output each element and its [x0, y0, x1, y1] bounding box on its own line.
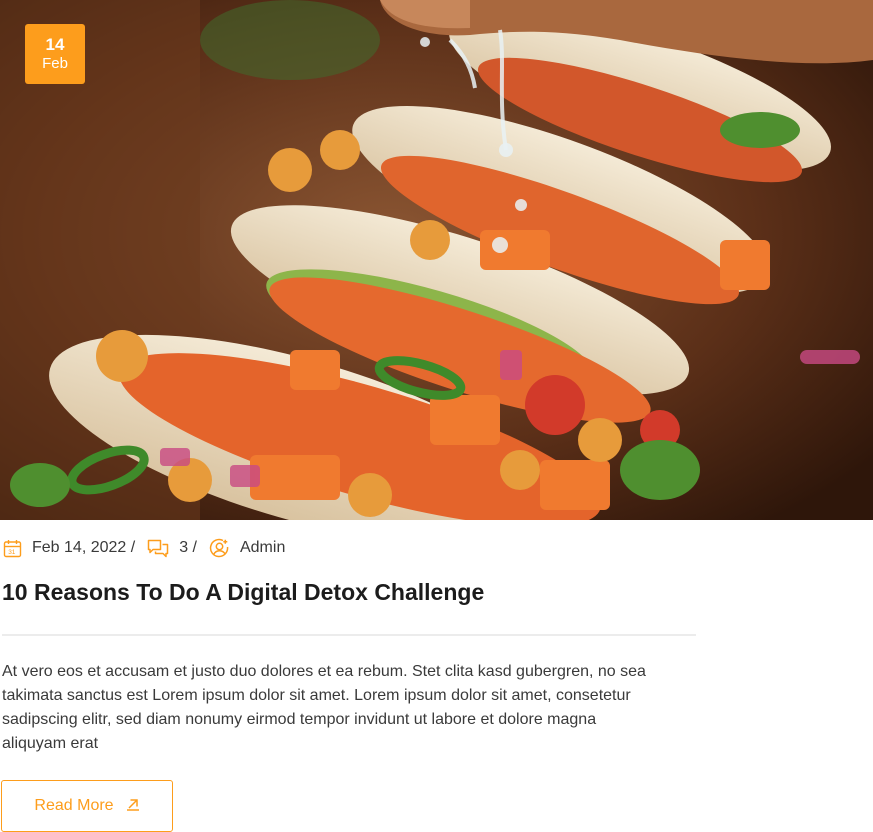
post-date: Feb 14, 2022 /	[32, 539, 136, 556]
date-badge-day: 14	[45, 35, 65, 54]
post-excerpt: At vero eos et accusam et justo duo dolo…	[2, 663, 646, 752]
svg-text:31: 31	[8, 549, 16, 556]
comments-icon[interactable]	[147, 539, 169, 558]
divider	[2, 634, 696, 636]
post-comment-count[interactable]: 3 /	[179, 539, 197, 557]
user-icon	[209, 538, 230, 559]
post-title[interactable]: 10 Reasons To Do A Digital Detox Challen…	[2, 576, 484, 608]
calendar-icon: 31	[3, 539, 22, 558]
post-author[interactable]: Admin	[240, 539, 285, 557]
read-more-label: Read More	[34, 797, 114, 814]
post-meta: 31 Feb 14, 2022 / 3 / Admin	[3, 536, 297, 560]
date-badge-month: Feb	[42, 55, 68, 72]
read-more-button[interactable]: Read More	[1, 780, 173, 832]
arrow-up-right-icon	[126, 797, 140, 816]
tacos-photo	[0, 0, 873, 520]
post-featured-image[interactable]: 14 Feb	[0, 0, 873, 520]
post-date-badge: 14 Feb	[25, 24, 85, 84]
